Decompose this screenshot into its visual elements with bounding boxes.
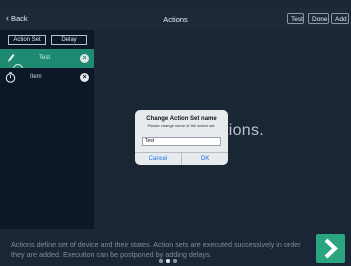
empty-state-text: tions.: [224, 122, 265, 139]
dialog-message: Please change name of the action set.: [147, 123, 216, 128]
dialog-title: Change Action Set name: [146, 116, 217, 122]
list-item-label: Item: [30, 74, 42, 80]
segment-action-set[interactable]: Action Set: [8, 35, 46, 45]
test-button[interactable]: Test: [287, 13, 304, 24]
status-bar: [0, 0, 351, 8]
segment-delay[interactable]: Delay: [51, 35, 87, 45]
list-item[interactable]: Test ×: [0, 49, 94, 74]
page-indicator: [159, 259, 189, 264]
app-screen: ‹ Back Actions Test Done Add Action Set D…: [0, 0, 351, 266]
remove-icon[interactable]: ×: [80, 54, 89, 63]
page-dot: [173, 259, 177, 263]
action-set-name-input[interactable]: Test: [142, 137, 221, 146]
cancel-button[interactable]: Cancel: [135, 154, 181, 164]
next-button[interactable]: [316, 234, 345, 263]
ok-button[interactable]: OK: [182, 154, 228, 164]
done-button[interactable]: Done: [308, 13, 329, 24]
list-item-label: Test: [39, 55, 51, 61]
list-item[interactable]: Item ×: [0, 68, 94, 87]
rename-dialog: Change Action Set name Please change nam…: [135, 110, 228, 165]
footer-description: Actions define set of device and their s…: [11, 240, 301, 259]
pencil-icon: [8, 54, 15, 62]
add-button[interactable]: Add: [331, 13, 349, 24]
chevron-right-icon: [324, 238, 338, 259]
timer-icon: [5, 72, 16, 83]
page-dot: [166, 259, 170, 263]
action-list-panel: Action Set Delay Test × Item ×: [0, 30, 94, 229]
page-dot: [159, 259, 163, 263]
remove-icon[interactable]: ×: [80, 73, 89, 82]
nav-bar: ‹ Back Actions Test Done Add: [0, 8, 351, 30]
